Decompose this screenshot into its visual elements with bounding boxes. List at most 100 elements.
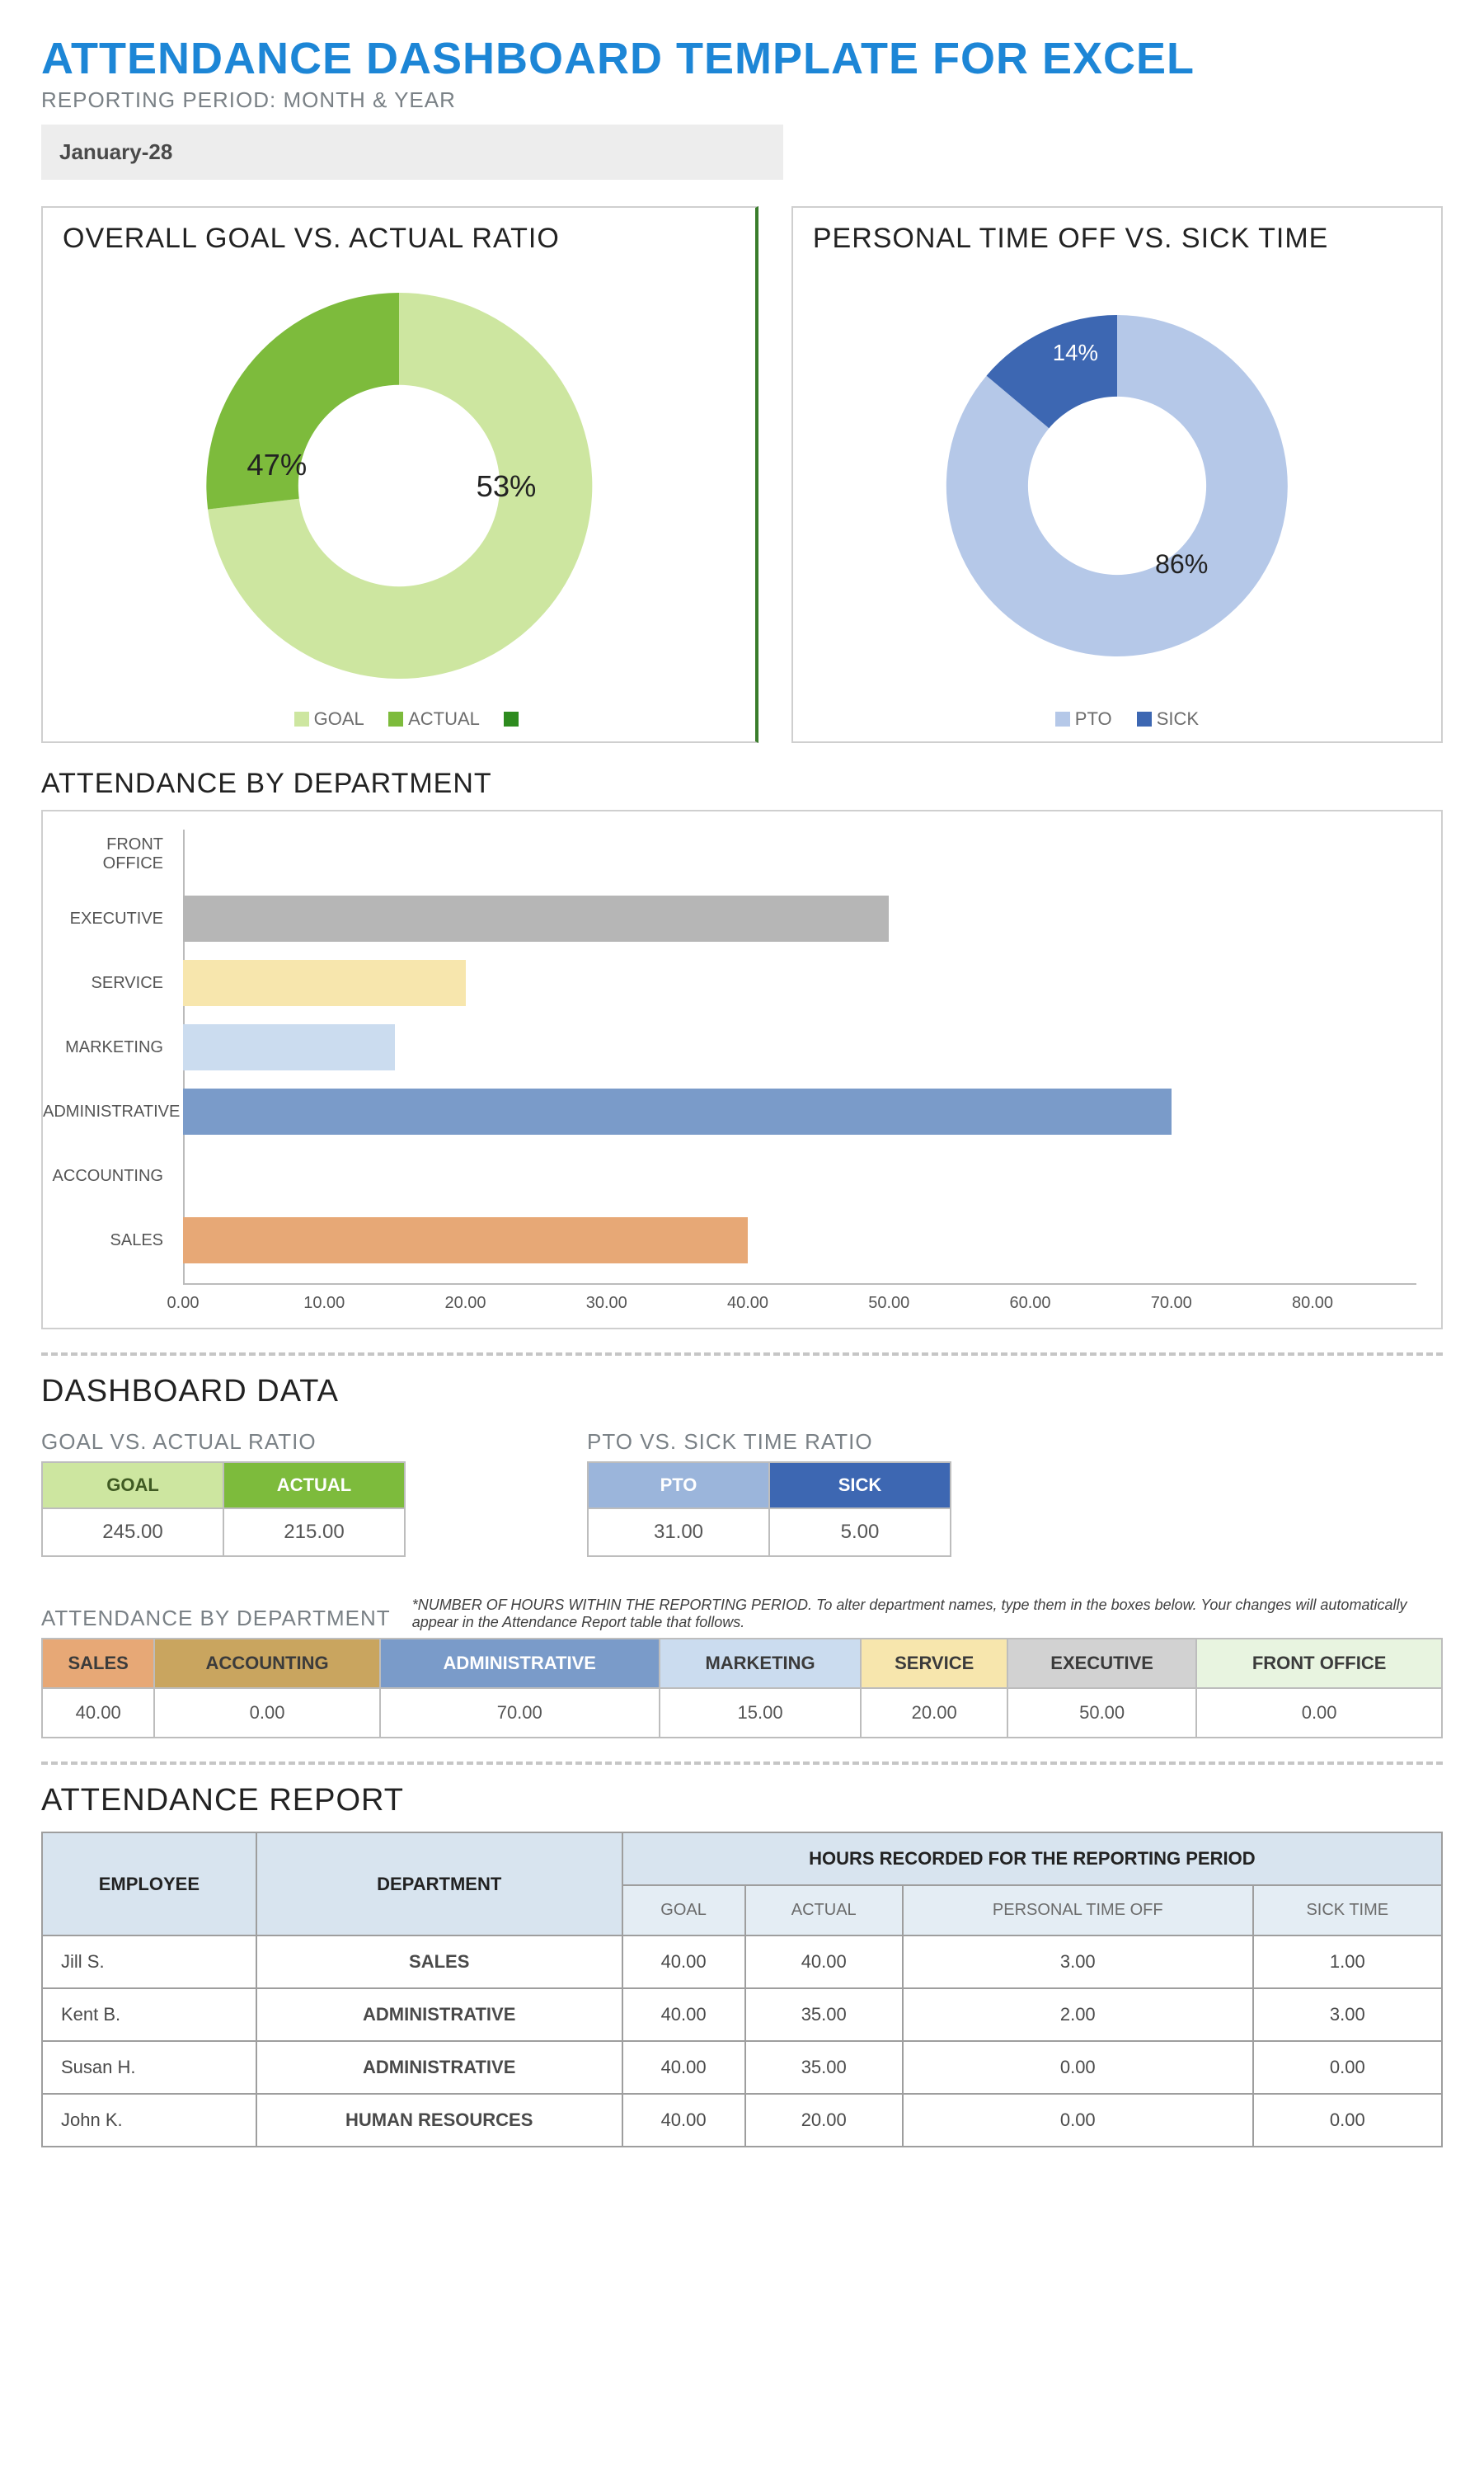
dept-header-cell[interactable]: SALES bbox=[42, 1639, 154, 1688]
report-employee-cell[interactable]: Kent B. bbox=[42, 1988, 256, 2041]
report-department-cell[interactable]: HUMAN RESOURCES bbox=[256, 2094, 622, 2147]
mini-title-goal: GOAL VS. ACTUAL RATIO bbox=[41, 1429, 406, 1455]
legend-swatch-icon bbox=[388, 712, 403, 727]
donut-chart-pto: 86% 14% bbox=[813, 271, 1421, 700]
table-row: Jill S.SALES40.0040.003.001.00 bbox=[42, 1935, 1442, 1988]
report-value-cell[interactable]: 2.00 bbox=[903, 1988, 1253, 2041]
report-value-cell[interactable]: 0.00 bbox=[1253, 2094, 1442, 2147]
panel-pto-vs-sick: PERSONAL TIME OFF VS. SICK TIME 86% 14% … bbox=[791, 206, 1443, 743]
table-row: John K.HUMAN RESOURCES40.0020.000.000.00 bbox=[42, 2094, 1442, 2147]
axis-tick: 60.00 bbox=[1009, 1294, 1050, 1313]
dept-value-cell[interactable]: 40.00 bbox=[42, 1688, 154, 1738]
bar-row: MARKETING bbox=[43, 1024, 1416, 1070]
reporting-period-value[interactable]: January-28 bbox=[41, 125, 783, 180]
report-value-cell[interactable]: 40.00 bbox=[745, 1935, 903, 1988]
panel-goal-vs-actual: OVERALL GOAL VS. ACTUAL RATIO 53% 47% GO… bbox=[41, 206, 758, 743]
donut-pto-label-a: 86% bbox=[1155, 549, 1208, 579]
axis-tick: 10.00 bbox=[303, 1294, 345, 1313]
mini-pto-vs-sick: PTO VS. SICK TIME RATIO PTO SICK 31.00 5… bbox=[587, 1414, 951, 1557]
table-row: Kent B.ADMINISTRATIVE40.0035.002.003.00 bbox=[42, 1988, 1442, 2041]
mini-title-pto: PTO VS. SICK TIME RATIO bbox=[587, 1429, 951, 1455]
attendance-by-dept-title: ATTENDANCE BY DEPARTMENT bbox=[41, 768, 1443, 800]
report-table: EMPLOYEEDEPARTMENTHOURS RECORDED FOR THE… bbox=[41, 1832, 1443, 2147]
report-value-cell[interactable]: 35.00 bbox=[745, 1988, 903, 2041]
mini-th-pto: PTO bbox=[588, 1462, 769, 1508]
dept-header-cell[interactable]: EXECUTIVE bbox=[1007, 1639, 1196, 1688]
bar-row: SERVICE bbox=[43, 960, 1416, 1006]
report-th-hours: HOURS RECORDED FOR THE REPORTING PERIOD bbox=[622, 1832, 1442, 1885]
reporting-period-label: REPORTING PERIOD: MONTH & YEAR bbox=[41, 87, 1443, 113]
report-employee-cell[interactable]: Jill S. bbox=[42, 1935, 256, 1988]
report-value-cell[interactable]: 0.00 bbox=[903, 2094, 1253, 2147]
report-value-cell[interactable]: 3.00 bbox=[903, 1935, 1253, 1988]
report-value-cell[interactable]: 40.00 bbox=[622, 1935, 745, 1988]
bar bbox=[183, 896, 889, 942]
donut-pto-label-b: 14% bbox=[1053, 340, 1098, 365]
bar-label: ACCOUNTING bbox=[43, 1167, 175, 1186]
report-department-cell[interactable]: ADMINISTRATIVE bbox=[256, 2041, 622, 2094]
legend-pto-b: SICK bbox=[1157, 708, 1199, 729]
panel-title-goal: OVERALL GOAL VS. ACTUAL RATIO bbox=[63, 223, 735, 255]
bar-row: ACCOUNTING bbox=[43, 1153, 1416, 1199]
legend-pto: PTO SICK bbox=[813, 708, 1421, 730]
report-value-cell[interactable]: 40.00 bbox=[622, 2094, 745, 2147]
dept-header-cell[interactable]: ACCOUNTING bbox=[154, 1639, 379, 1688]
dept-header-cell[interactable]: SERVICE bbox=[861, 1639, 1007, 1688]
dept-value-cell[interactable]: 70.00 bbox=[380, 1688, 660, 1738]
report-th-department: DEPARTMENT bbox=[256, 1832, 622, 1935]
mini-td-pto[interactable]: 31.00 bbox=[588, 1508, 769, 1556]
report-subheader: ACTUAL bbox=[745, 1885, 903, 1935]
dept-value-cell[interactable]: 0.00 bbox=[154, 1688, 379, 1738]
legend-goal: GOAL ACTUAL bbox=[63, 708, 735, 730]
report-subheader: SICK TIME bbox=[1253, 1885, 1442, 1935]
page-title: ATTENDANCE DASHBOARD TEMPLATE FOR EXCEL bbox=[41, 33, 1443, 84]
dept-header-cell[interactable]: ADMINISTRATIVE bbox=[380, 1639, 660, 1688]
donut-row: OVERALL GOAL VS. ACTUAL RATIO 53% 47% GO… bbox=[41, 206, 1443, 743]
bar-label: FRONT OFFICE bbox=[43, 835, 175, 873]
mini-td-actual[interactable]: 215.00 bbox=[223, 1508, 405, 1556]
donut-goal-label-a: 53% bbox=[477, 469, 537, 503]
report-value-cell[interactable]: 3.00 bbox=[1253, 1988, 1442, 2041]
report-value-cell[interactable]: 40.00 bbox=[622, 2041, 745, 2094]
bar-chart-attendance: FRONT OFFICE EXECUTIVE SERVICE MARKETING ADM… bbox=[41, 810, 1443, 1329]
mini-td-goal[interactable]: 245.00 bbox=[42, 1508, 223, 1556]
donut-chart-goal: 53% 47% bbox=[63, 271, 735, 700]
report-employee-cell[interactable]: Susan H. bbox=[42, 2041, 256, 2094]
report-value-cell[interactable]: 35.00 bbox=[745, 2041, 903, 2094]
report-employee-cell[interactable]: John K. bbox=[42, 2094, 256, 2147]
mini-th-sick: SICK bbox=[769, 1462, 951, 1508]
dept-value-cell[interactable]: 50.00 bbox=[1007, 1688, 1196, 1738]
axis-tick: 40.00 bbox=[727, 1294, 768, 1313]
legend-goal-b: ACTUAL bbox=[408, 708, 479, 729]
report-value-cell[interactable]: 0.00 bbox=[1253, 2041, 1442, 2094]
legend-swatch-icon bbox=[1137, 712, 1152, 727]
dept-header-cell[interactable]: MARKETING bbox=[660, 1639, 862, 1688]
report-value-cell[interactable]: 40.00 bbox=[622, 1988, 745, 2041]
dept-value-cell[interactable]: 20.00 bbox=[861, 1688, 1007, 1738]
report-value-cell[interactable]: 20.00 bbox=[745, 2094, 903, 2147]
divider-icon bbox=[41, 1761, 1443, 1765]
dept-value-cell[interactable]: 0.00 bbox=[1196, 1688, 1442, 1738]
bar-row: ADMINISTRATIVE bbox=[43, 1089, 1416, 1135]
dept-value-cell[interactable]: 15.00 bbox=[660, 1688, 862, 1738]
bar bbox=[183, 960, 466, 1006]
axis-tick: 0.00 bbox=[167, 1294, 200, 1313]
dept-header-cell[interactable]: FRONT OFFICE bbox=[1196, 1639, 1442, 1688]
mini-goal-vs-actual: GOAL VS. ACTUAL RATIO GOAL ACTUAL 245.00… bbox=[41, 1414, 406, 1557]
report-department-cell[interactable]: SALES bbox=[256, 1935, 622, 1988]
mini-th-actual: ACTUAL bbox=[223, 1462, 405, 1508]
bar-label: SERVICE bbox=[43, 974, 175, 993]
dashboard-data-title: DASHBOARD DATA bbox=[41, 1374, 1443, 1409]
by-dept-note: *NUMBER OF HOURS WITHIN THE REPORTING PE… bbox=[412, 1597, 1443, 1631]
by-dept-table: SALESACCOUNTINGADMINISTRATIVEMARKETINGSE… bbox=[41, 1638, 1443, 1738]
bar-row: SALES bbox=[43, 1217, 1416, 1263]
legend-swatch-icon bbox=[504, 712, 519, 727]
mini-td-sick[interactable]: 5.00 bbox=[769, 1508, 951, 1556]
report-department-cell[interactable]: ADMINISTRATIVE bbox=[256, 1988, 622, 2041]
bar-label: MARKETING bbox=[43, 1038, 175, 1057]
legend-goal-a: GOAL bbox=[314, 708, 364, 729]
panel-title-pto: PERSONAL TIME OFF VS. SICK TIME bbox=[813, 223, 1421, 255]
bar-label: EXECUTIVE bbox=[43, 910, 175, 929]
report-value-cell[interactable]: 0.00 bbox=[903, 2041, 1253, 2094]
report-value-cell[interactable]: 1.00 bbox=[1253, 1935, 1442, 1988]
